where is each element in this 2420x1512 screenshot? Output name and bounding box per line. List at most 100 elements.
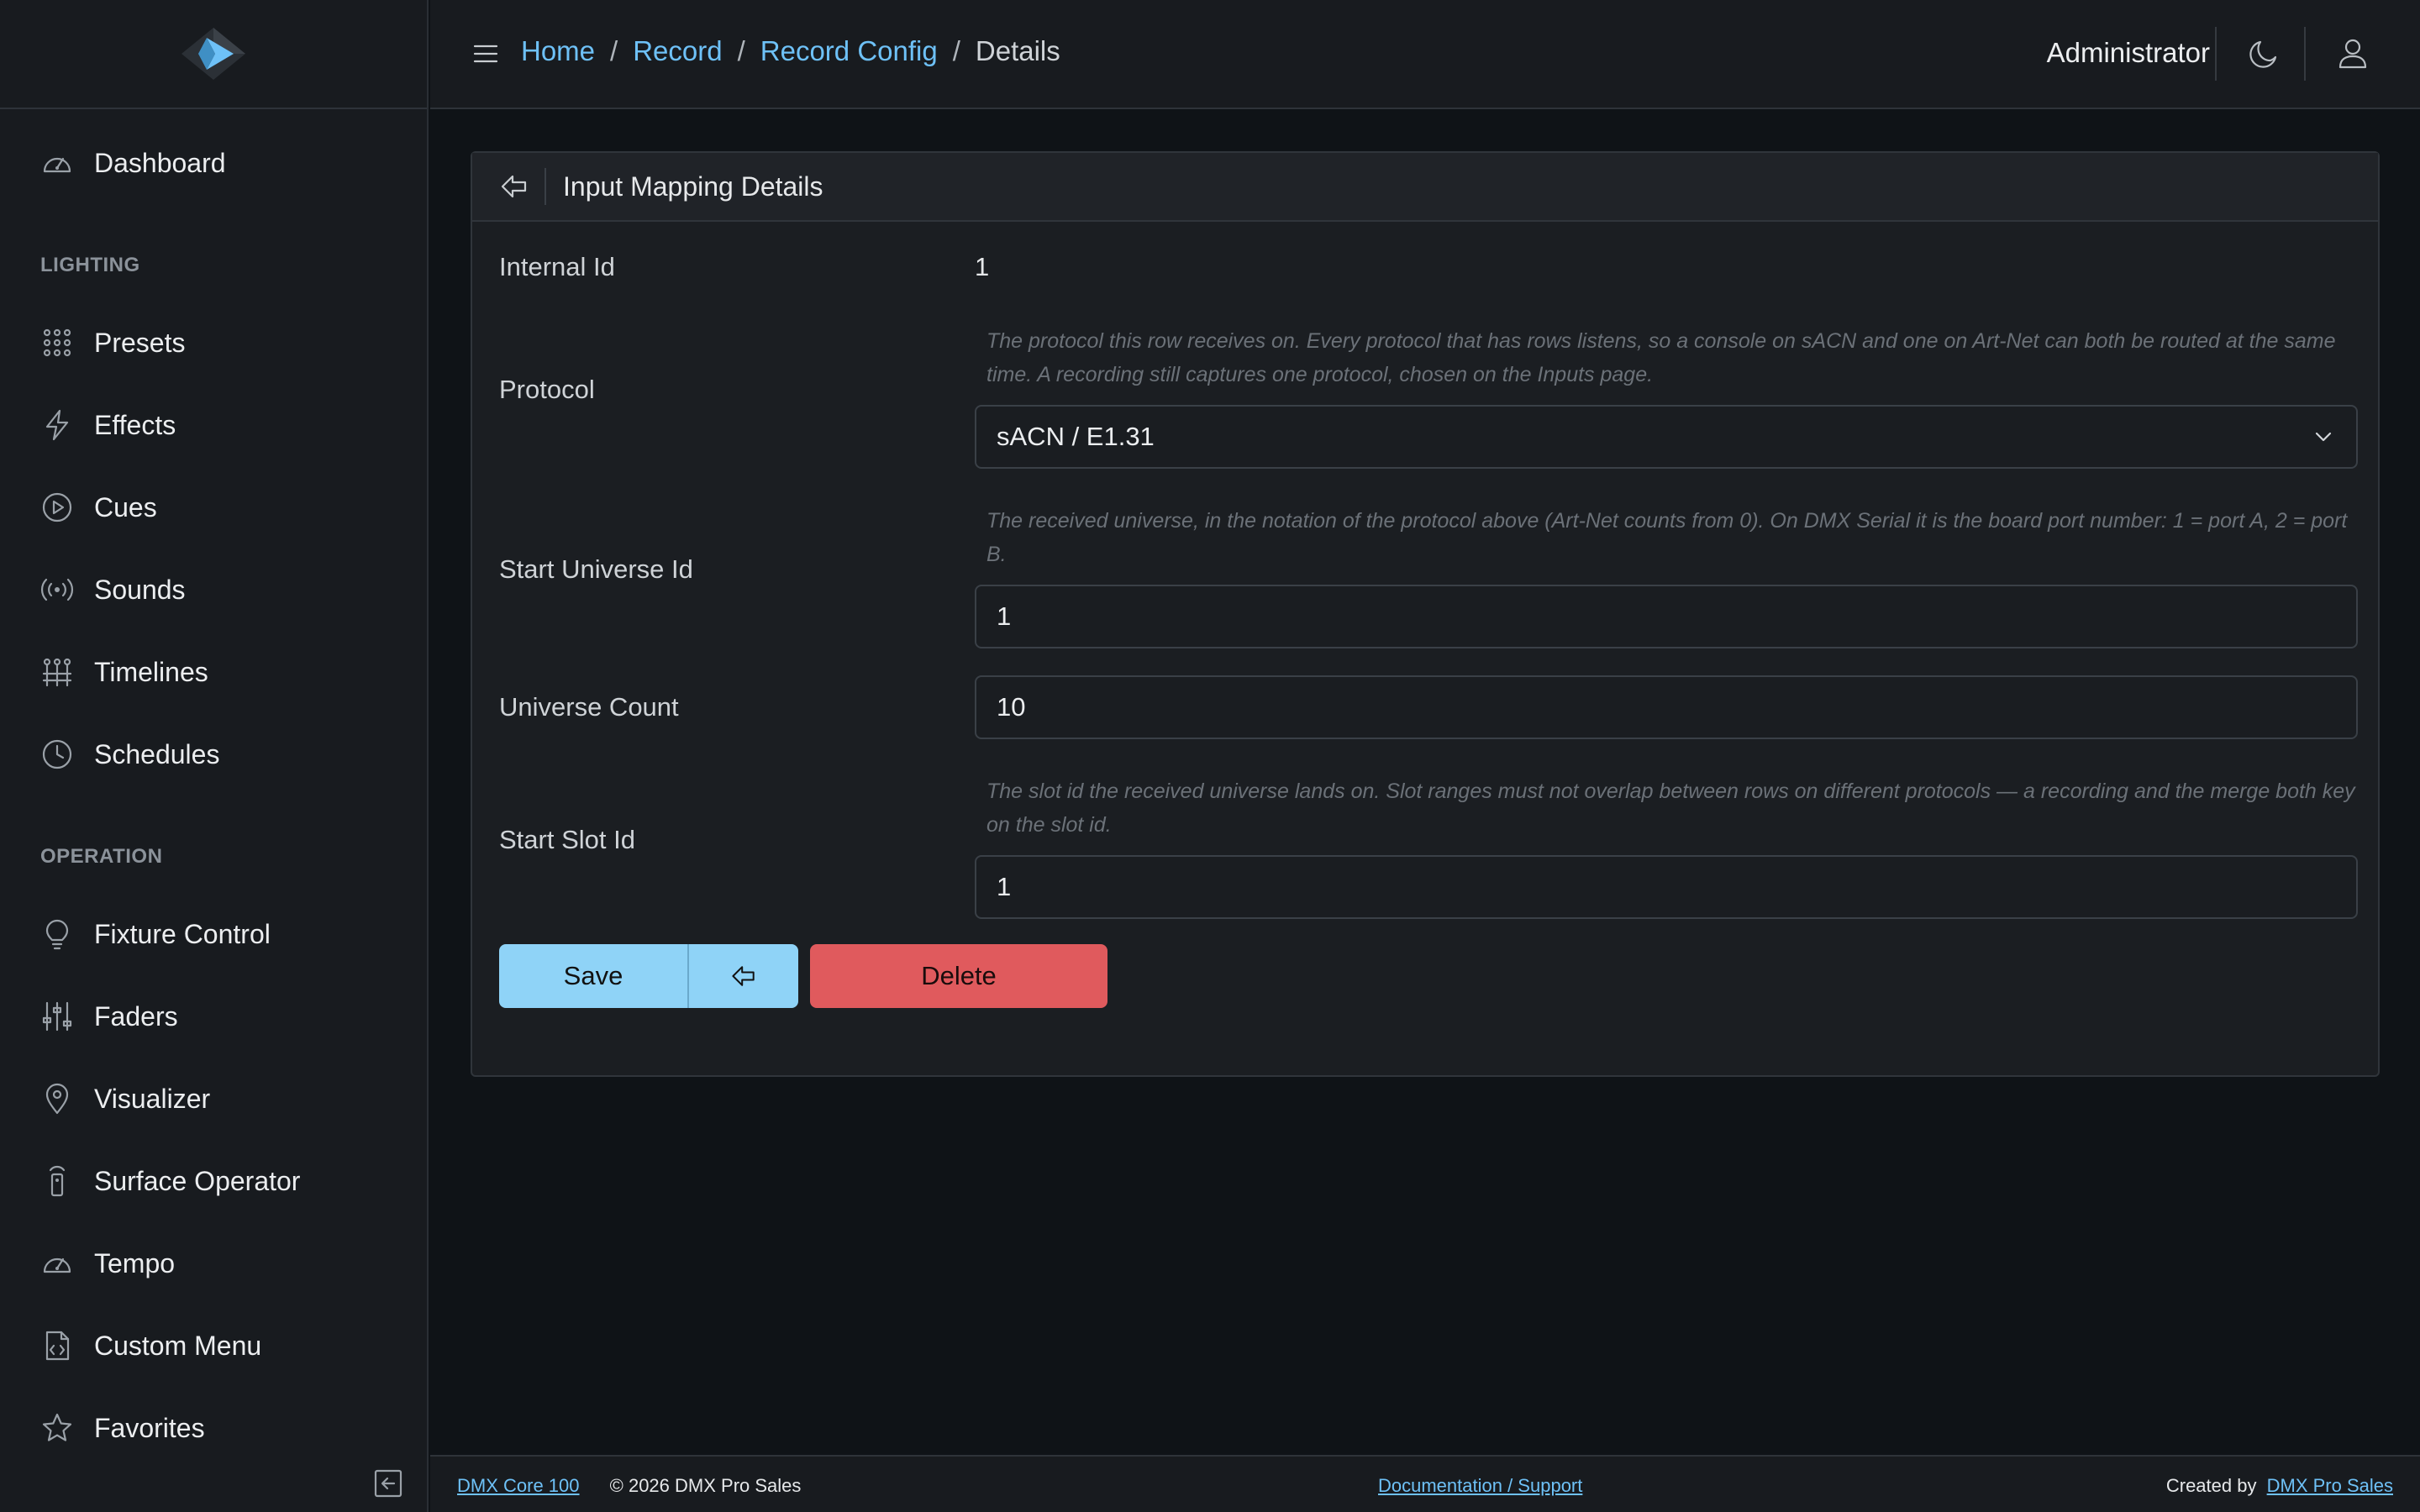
gauge-icon xyxy=(40,1247,74,1280)
sidebar-item-timelines[interactable]: Timelines xyxy=(0,638,427,706)
top-bar: Home / Record / Record Config / Details … xyxy=(430,0,2420,109)
breadcrumb-separator: / xyxy=(952,35,960,66)
created-by-text: Created by xyxy=(2165,1475,2257,1496)
user-name[interactable]: Administrator xyxy=(2047,37,2210,69)
timeline-icon xyxy=(40,655,74,689)
sidebar-item-label: Custom Menu xyxy=(94,1330,262,1361)
moon-icon[interactable] xyxy=(2245,35,2282,72)
save-and-back-button[interactable] xyxy=(689,944,798,1008)
start-slot-label: Start Slot Id xyxy=(499,825,635,854)
protocol-help-text: The protocol this row receives on. Every… xyxy=(986,329,2336,386)
breadcrumb-separator: / xyxy=(737,35,745,66)
section-heading-operation: OPERATION xyxy=(40,845,163,868)
card-header: Input Mapping Details xyxy=(472,153,2378,222)
footer: DMX Core 100 © 2026 DMX Pro Sales Docume… xyxy=(430,1455,2420,1512)
code-file-icon xyxy=(40,1329,74,1362)
logo-icon[interactable] xyxy=(180,26,247,81)
start-slot-input[interactable]: 1 xyxy=(975,855,2358,919)
sidebar-item-label: Fixture Control xyxy=(94,918,271,949)
breadcrumb-current: Details xyxy=(975,35,1060,66)
broadcast-icon xyxy=(40,573,74,606)
sidebar-item-label: Sounds xyxy=(94,574,186,605)
breadcrumb: Home / Record / Record Config / Details xyxy=(521,35,1060,67)
sidebar-item-effects[interactable]: Effects xyxy=(0,391,427,459)
breadcrumb-home[interactable]: Home xyxy=(521,35,595,67)
start-universe-input[interactable]: 1 xyxy=(975,585,2358,648)
star-icon xyxy=(40,1411,74,1445)
sidebar-item-label: Cues xyxy=(94,491,157,522)
sidebar-item-dashboard[interactable]: Dashboard xyxy=(0,129,427,197)
documentation-link[interactable]: Documentation / Support xyxy=(1378,1475,1582,1496)
section-heading-lighting: LIGHTING xyxy=(40,254,140,276)
header-divider xyxy=(2215,27,2217,81)
sidebar-item-custom-menu[interactable]: Custom Menu xyxy=(0,1312,427,1379)
sidebar-item-label: Visualizer xyxy=(94,1083,211,1114)
grid-dots-icon xyxy=(40,326,74,360)
sidebar-item-tempo[interactable]: Tempo xyxy=(0,1230,427,1297)
sidebar-item-label: Faders xyxy=(94,1000,178,1032)
sidebar-item-schedules[interactable]: Schedules xyxy=(0,721,427,788)
start-universe-help-text: The received universe, in the notation o… xyxy=(986,509,2348,566)
user-icon[interactable] xyxy=(2334,35,2371,72)
gauge-icon xyxy=(40,146,74,180)
sidebar-item-label: Timelines xyxy=(94,656,208,687)
sidebar-item-label: Surface Operator xyxy=(94,1165,301,1196)
start-slot-value: 1 xyxy=(997,872,1012,901)
sidebar-item-label: Tempo xyxy=(94,1247,176,1278)
start-universe-value: 1 xyxy=(997,601,1012,631)
sidebar-item-label: Schedules xyxy=(94,738,220,769)
universe-count-input[interactable]: 10 xyxy=(975,675,2358,739)
delete-button[interactable]: Delete xyxy=(810,944,1107,1008)
footer-left: DMX Core 100 © 2026 DMX Pro Sales xyxy=(457,1475,801,1497)
protocol-selected-value: sACN / E1.31 xyxy=(997,422,1155,451)
protocol-select[interactable]: sACN / E1.31 xyxy=(975,405,2358,469)
universe-count-label: Universe Count xyxy=(499,692,679,722)
product-link[interactable]: DMX Core 100 xyxy=(457,1475,580,1496)
sidebar-item-label: Effects xyxy=(94,409,176,440)
start-universe-label: Start Universe Id xyxy=(499,554,693,584)
card-title: Input Mapping Details xyxy=(563,171,823,202)
sidebar-item-favorites[interactable]: Favorites xyxy=(0,1394,427,1462)
back-arrow-icon xyxy=(729,961,759,991)
sidebar-item-label: Dashboard xyxy=(94,147,226,178)
footer-center: Documentation / Support xyxy=(1378,1475,1582,1497)
copyright-text: © 2026 DMX Pro Sales xyxy=(609,1475,802,1496)
remote-icon xyxy=(40,1164,74,1198)
sidebar-item-cues[interactable]: Cues xyxy=(0,474,427,541)
sidebar-item-label: Presets xyxy=(94,327,186,358)
back-arrow-icon[interactable] xyxy=(497,170,531,203)
footer-right: Created by DMX Pro Sales xyxy=(2166,1475,2393,1497)
company-link[interactable]: DMX Pro Sales xyxy=(2267,1475,2393,1496)
sliders-icon xyxy=(40,1000,74,1033)
lightning-icon xyxy=(40,408,74,442)
brand xyxy=(0,0,427,109)
collapse-sidebar-icon[interactable] xyxy=(373,1468,403,1499)
sidebar-item-surface-operator[interactable]: Surface Operator xyxy=(0,1147,427,1215)
chevron-down-icon xyxy=(2311,424,2336,449)
universe-count-value: 10 xyxy=(997,692,1026,722)
breadcrumb-separator: / xyxy=(610,35,618,66)
hamburger-menu-icon[interactable] xyxy=(471,39,501,69)
sidebar-item-fixture-control[interactable]: Fixture Control xyxy=(0,900,427,968)
sidebar-item-sounds[interactable]: Sounds xyxy=(0,556,427,623)
sidebar-item-visualizer[interactable]: Visualizer xyxy=(0,1065,427,1132)
lightbulb-icon xyxy=(40,917,74,951)
sidebar-nav: Dashboard LIGHTING Presets Effects Cues xyxy=(0,109,427,1453)
map-pin-icon xyxy=(40,1082,74,1116)
sidebar-item-label: Favorites xyxy=(94,1412,205,1443)
breadcrumb-record[interactable]: Record xyxy=(633,35,722,67)
clock-icon xyxy=(40,738,74,771)
sidebar-item-faders[interactable]: Faders xyxy=(0,983,427,1050)
breadcrumb-record-config[interactable]: Record Config xyxy=(760,35,938,67)
input-mapping-card: Input Mapping Details Internal Id 1 Prot… xyxy=(471,151,2380,1077)
header-divider xyxy=(2304,27,2306,81)
save-button[interactable]: Save xyxy=(499,944,687,1008)
start-slot-help-text: The slot id the received universe lands … xyxy=(986,780,2355,837)
card-header-divider xyxy=(544,168,546,205)
internal-id-value: 1 xyxy=(975,252,990,281)
protocol-label: Protocol xyxy=(499,375,595,404)
internal-id-label: Internal Id xyxy=(499,252,615,281)
play-circle-icon xyxy=(40,491,74,524)
sidebar: Dashboard LIGHTING Presets Effects Cues xyxy=(0,0,429,1512)
sidebar-item-presets[interactable]: Presets xyxy=(0,309,427,376)
